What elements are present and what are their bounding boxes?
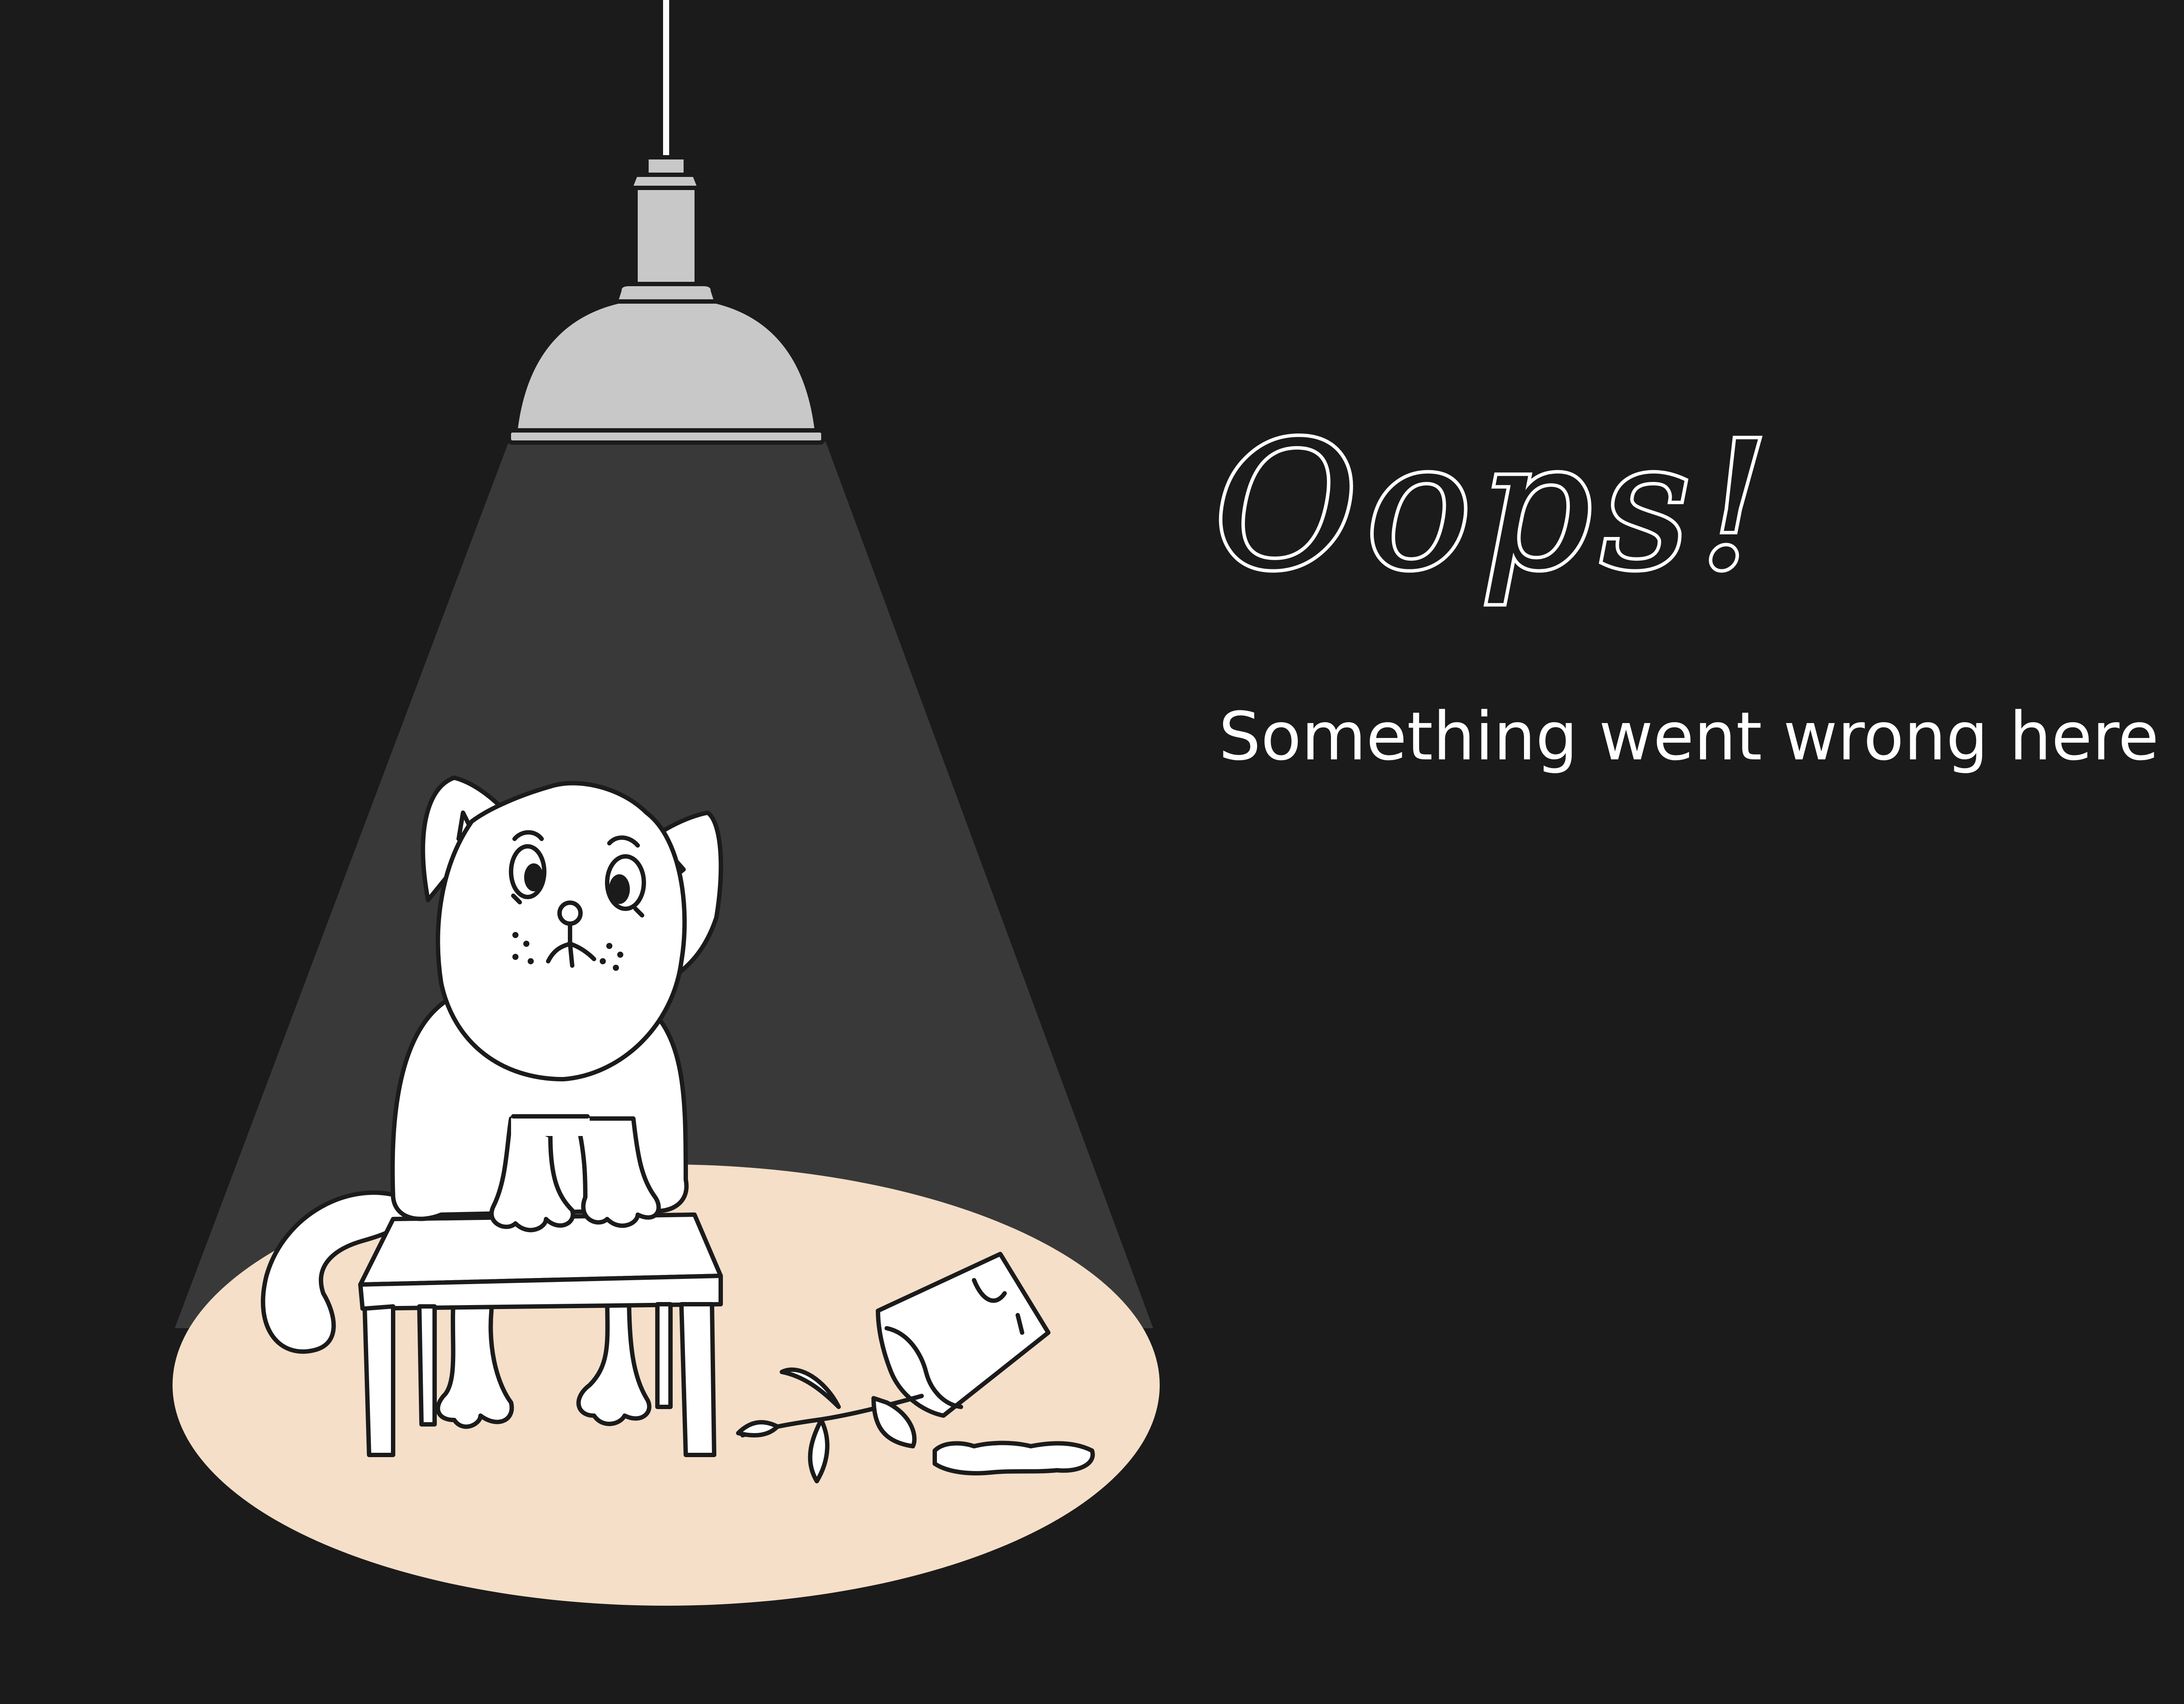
ceiling-lamp-icon [507, 0, 826, 445]
error-heading: Oops! [1211, 405, 1778, 608]
error-illustration [173, 0, 1160, 1606]
error-subheading: Something went wrong here [1219, 698, 2159, 775]
